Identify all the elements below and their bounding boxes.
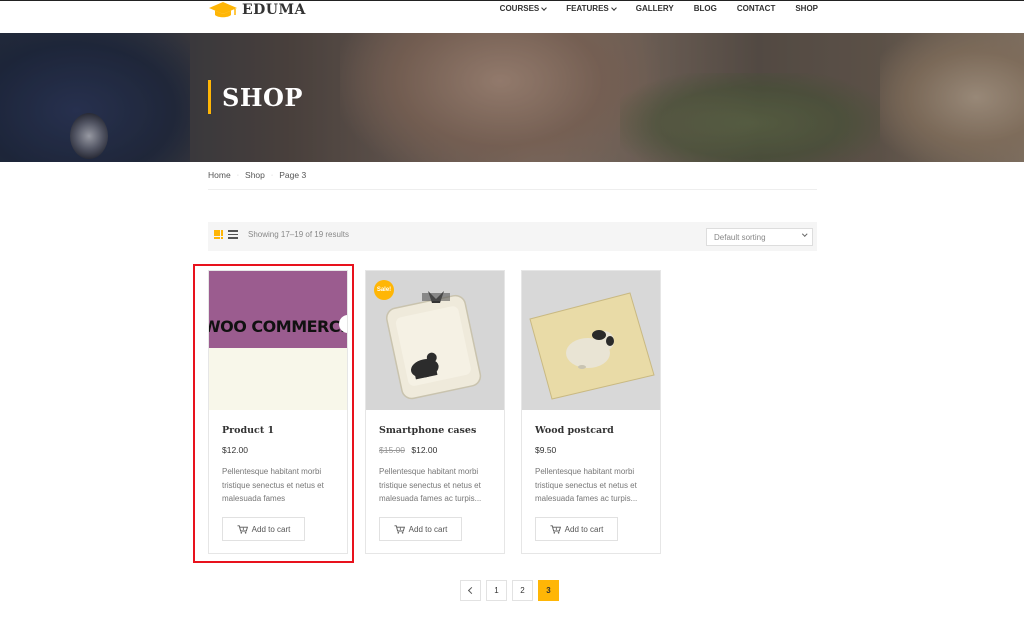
nav-courses[interactable]: COURSES [490, 4, 557, 13]
button-label: Add to cart [408, 524, 448, 534]
current-price: $12.00 [411, 445, 438, 455]
prev-page-button[interactable] [460, 580, 481, 601]
logo[interactable]: EDUMA [208, 1, 306, 19]
chevron-down-icon [801, 231, 807, 237]
desc-line: Pellentesque habitant morbi [379, 467, 479, 476]
product-card[interactable]: Wood postcard $9.50 Pellentesque habitan… [521, 270, 661, 554]
site-header: EDUMA COURSES FEATURES GALLERY BLOG CONT… [0, 1, 1024, 33]
nav-blog[interactable]: BLOG [684, 4, 727, 13]
old-price: $15.00 [379, 445, 405, 455]
product-name[interactable]: Wood postcard [535, 425, 614, 436]
result-count: Showing 17–19 of 19 results [248, 230, 349, 239]
nav-gallery[interactable]: GALLERY [626, 4, 684, 13]
cart-icon [550, 524, 561, 534]
hero-overlay [0, 33, 1024, 162]
hero-banner: SHOP [0, 33, 1024, 162]
current-price: $9.50 [535, 445, 557, 455]
chevron-left-icon [467, 586, 476, 595]
sort-select[interactable]: Default sorting [706, 228, 813, 246]
cart-icon [394, 524, 405, 534]
main-nav: COURSES FEATURES GALLERY BLOG CONTACT SH… [490, 4, 818, 13]
page-3-button[interactable]: 3 [538, 580, 559, 601]
desc-line: Pellentesque habitant morbi [535, 467, 635, 476]
add-to-cart-button[interactable]: Add to cart [535, 517, 618, 541]
nav-label: CONTACT [736, 4, 776, 13]
nav-label: GALLERY [635, 4, 674, 13]
chevron-down-icon [610, 4, 617, 11]
product-price: $15.00 $12.00 [379, 445, 437, 455]
brand-name: EDUMA [242, 2, 306, 18]
chevron-down-icon [541, 4, 548, 11]
breadcrumb-separator: · [236, 171, 240, 179]
graduation-cap-icon [209, 2, 237, 18]
nav-label: SHOP [795, 4, 818, 13]
page-title: SHOP [222, 83, 303, 112]
product-image[interactable]: Sale! [366, 271, 504, 410]
divider [208, 189, 817, 190]
product-name[interactable]: Smartphone cases [379, 425, 476, 436]
product-description: Pellentesque habitant morbi tristique se… [379, 465, 497, 506]
product-price: $9.50 [535, 445, 556, 455]
nav-features[interactable]: FEATURES [556, 4, 626, 13]
product-description: Pellentesque habitant morbi tristique se… [535, 465, 653, 506]
desc-line: tristique senectus et netus et [535, 480, 637, 490]
breadcrumb: Home · Shop · Page 3 [208, 170, 306, 180]
title-accent-bar [208, 80, 211, 114]
sort-value: Default sorting [714, 233, 766, 242]
nav-label: FEATURES [566, 4, 609, 13]
breadcrumb-shop[interactable]: Shop [245, 170, 265, 180]
desc-line: malesuada fames ac turpis... [379, 494, 482, 503]
sale-badge: Sale! [374, 280, 394, 300]
shop-toolbar: Showing 17–19 of 19 results Default sort… [208, 222, 817, 251]
page-1-button[interactable]: 1 [486, 580, 507, 601]
grid-view-icon[interactable] [214, 230, 223, 239]
breadcrumb-current: Page 3 [279, 170, 307, 180]
nav-label: BLOG [693, 4, 717, 13]
selection-highlight [193, 264, 354, 563]
page-2-button[interactable]: 2 [512, 580, 533, 601]
product-image[interactable] [522, 271, 660, 410]
add-to-cart-button[interactable]: Add to cart [379, 517, 462, 541]
desc-line: tristique senectus et netus et [379, 480, 481, 490]
nav-contact[interactable]: CONTACT [727, 4, 786, 13]
postcard-illustration [522, 271, 660, 410]
list-view-icon[interactable] [228, 230, 238, 239]
desc-line: malesuada fames ac turpis... [535, 494, 638, 503]
nav-shop[interactable]: SHOP [785, 4, 818, 13]
nav-label: COURSES [499, 4, 540, 13]
product-card[interactable]: Sale! Smartphone cases $15.00 $12.00 Pel… [365, 270, 505, 554]
pagination: 1 2 3 [460, 580, 559, 601]
button-label: Add to cart [564, 524, 604, 534]
breadcrumb-home[interactable]: Home [208, 170, 231, 180]
breadcrumb-separator: · [270, 171, 274, 179]
